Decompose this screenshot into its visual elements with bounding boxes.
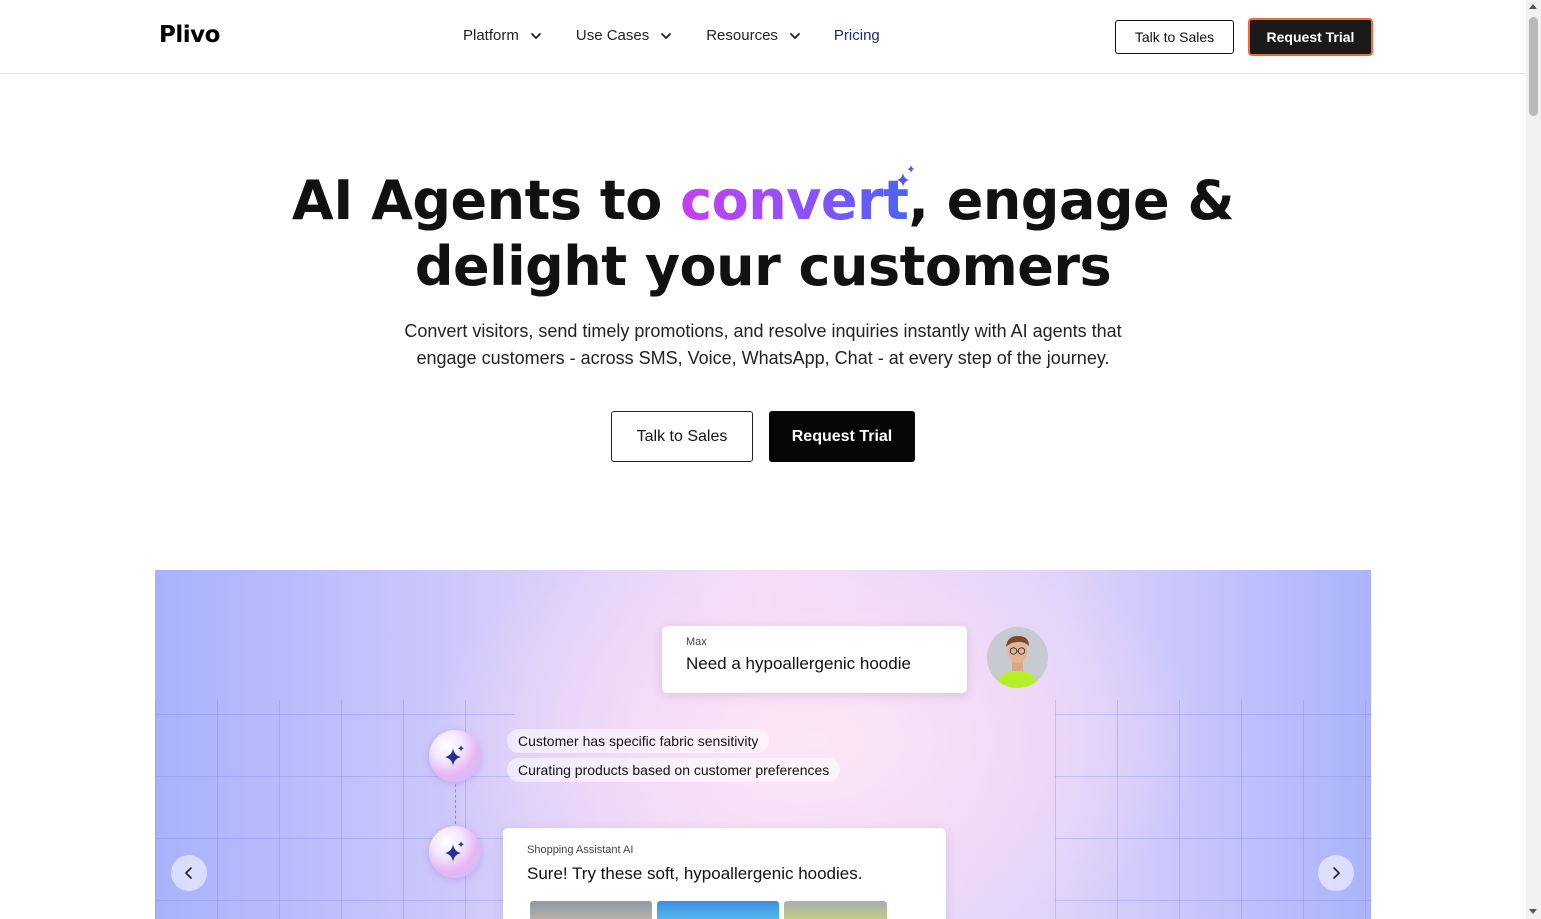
product-thumbnail[interactable] bbox=[530, 901, 652, 919]
user-message-card: Max Need a hypoallergenic hoodie bbox=[662, 626, 967, 693]
hero-title-accent: convert bbox=[680, 169, 909, 232]
ai-agent-name: Shopping Assistant AI bbox=[527, 844, 634, 856]
nav-item-use-cases[interactable]: Use Cases bbox=[576, 27, 673, 44]
top-navigation-bar: Plivo Platform Use Cases Resources Prici… bbox=[0, 0, 1526, 74]
nav-item-label: Pricing bbox=[833, 27, 880, 44]
arrow-right-icon bbox=[1333, 867, 1340, 879]
hero-subtitle-line2: engage customers - across SMS, Voice, Wh… bbox=[416, 348, 1110, 368]
plivo-logo[interactable]: Plivo bbox=[159, 22, 220, 48]
header-request-trial-button[interactable]: Request Trial bbox=[1248, 18, 1373, 56]
ai-agent-showcase-carousel: Max Need a hypoallergenic hoodie Custome… bbox=[155, 570, 1371, 919]
page-scrollbar[interactable] bbox=[1526, 0, 1541, 919]
nav-item-label: Platform bbox=[463, 27, 519, 44]
hero-title-part2: , engage & bbox=[908, 169, 1235, 232]
ai-star-icon bbox=[445, 841, 464, 862]
ai-reasoning-step: Curating products based on customer pref… bbox=[507, 758, 841, 782]
ai-reasoning-step: Customer has specific fabric sensitivity bbox=[507, 729, 770, 753]
hero-subtitle: Convert visitors, send timely promotions… bbox=[0, 318, 1526, 372]
ai-response-card: Shopping Assistant AI Sure! Try these so… bbox=[503, 828, 946, 919]
hero-title-line2: delight your customers bbox=[414, 235, 1112, 298]
header-talk-to-sales-button[interactable]: Talk to Sales bbox=[1115, 20, 1234, 54]
product-thumbnail[interactable] bbox=[657, 901, 779, 919]
nav-item-platform[interactable]: Platform bbox=[463, 27, 543, 44]
hero-title-part1: AI Agents to bbox=[291, 169, 681, 232]
hero-title: AI Agents to convert, engage & delight y… bbox=[0, 168, 1526, 300]
hero-request-trial-button[interactable]: Request Trial bbox=[769, 411, 915, 462]
chevron-down-icon bbox=[661, 32, 672, 39]
nav-item-label: Resources bbox=[706, 27, 778, 44]
scroll-down-arrow-icon[interactable] bbox=[1529, 909, 1537, 914]
main-nav: Platform Use Cases Resources Pricing bbox=[463, 27, 880, 44]
ai-step-marker bbox=[429, 730, 481, 782]
scrollbar-thumb[interactable] bbox=[1529, 17, 1538, 116]
carousel-prev-button[interactable] bbox=[171, 855, 207, 891]
user-name: Max bbox=[686, 636, 707, 648]
chevron-down-icon bbox=[790, 32, 800, 39]
ai-step-marker bbox=[429, 826, 481, 878]
hero-subtitle-line1: Convert visitors, send timely promotions… bbox=[404, 321, 1122, 341]
product-thumbnail[interactable] bbox=[784, 901, 887, 919]
nav-item-label: Use Cases bbox=[575, 27, 650, 44]
ai-star-icon bbox=[445, 745, 464, 766]
user-message-text: Need a hypoallergenic hoodie bbox=[686, 654, 911, 673]
scroll-up-arrow-icon[interactable] bbox=[1529, 4, 1537, 9]
carousel-next-button[interactable] bbox=[1318, 855, 1354, 891]
user-avatar-illustration bbox=[987, 627, 1048, 688]
nav-item-pricing[interactable]: Pricing bbox=[834, 27, 880, 44]
step-connector-line bbox=[455, 784, 456, 824]
nav-item-resources[interactable]: Resources bbox=[706, 27, 802, 44]
ai-response-text: Sure! Try these soft, hypoallergenic hoo… bbox=[527, 864, 863, 883]
sparkle-icon bbox=[897, 165, 915, 187]
arrow-left-icon bbox=[185, 867, 192, 879]
hero-talk-to-sales-button[interactable]: Talk to Sales bbox=[611, 411, 753, 462]
chevron-down-icon bbox=[530, 32, 541, 39]
user-avatar bbox=[987, 627, 1048, 688]
product-thumbnails bbox=[530, 901, 887, 919]
